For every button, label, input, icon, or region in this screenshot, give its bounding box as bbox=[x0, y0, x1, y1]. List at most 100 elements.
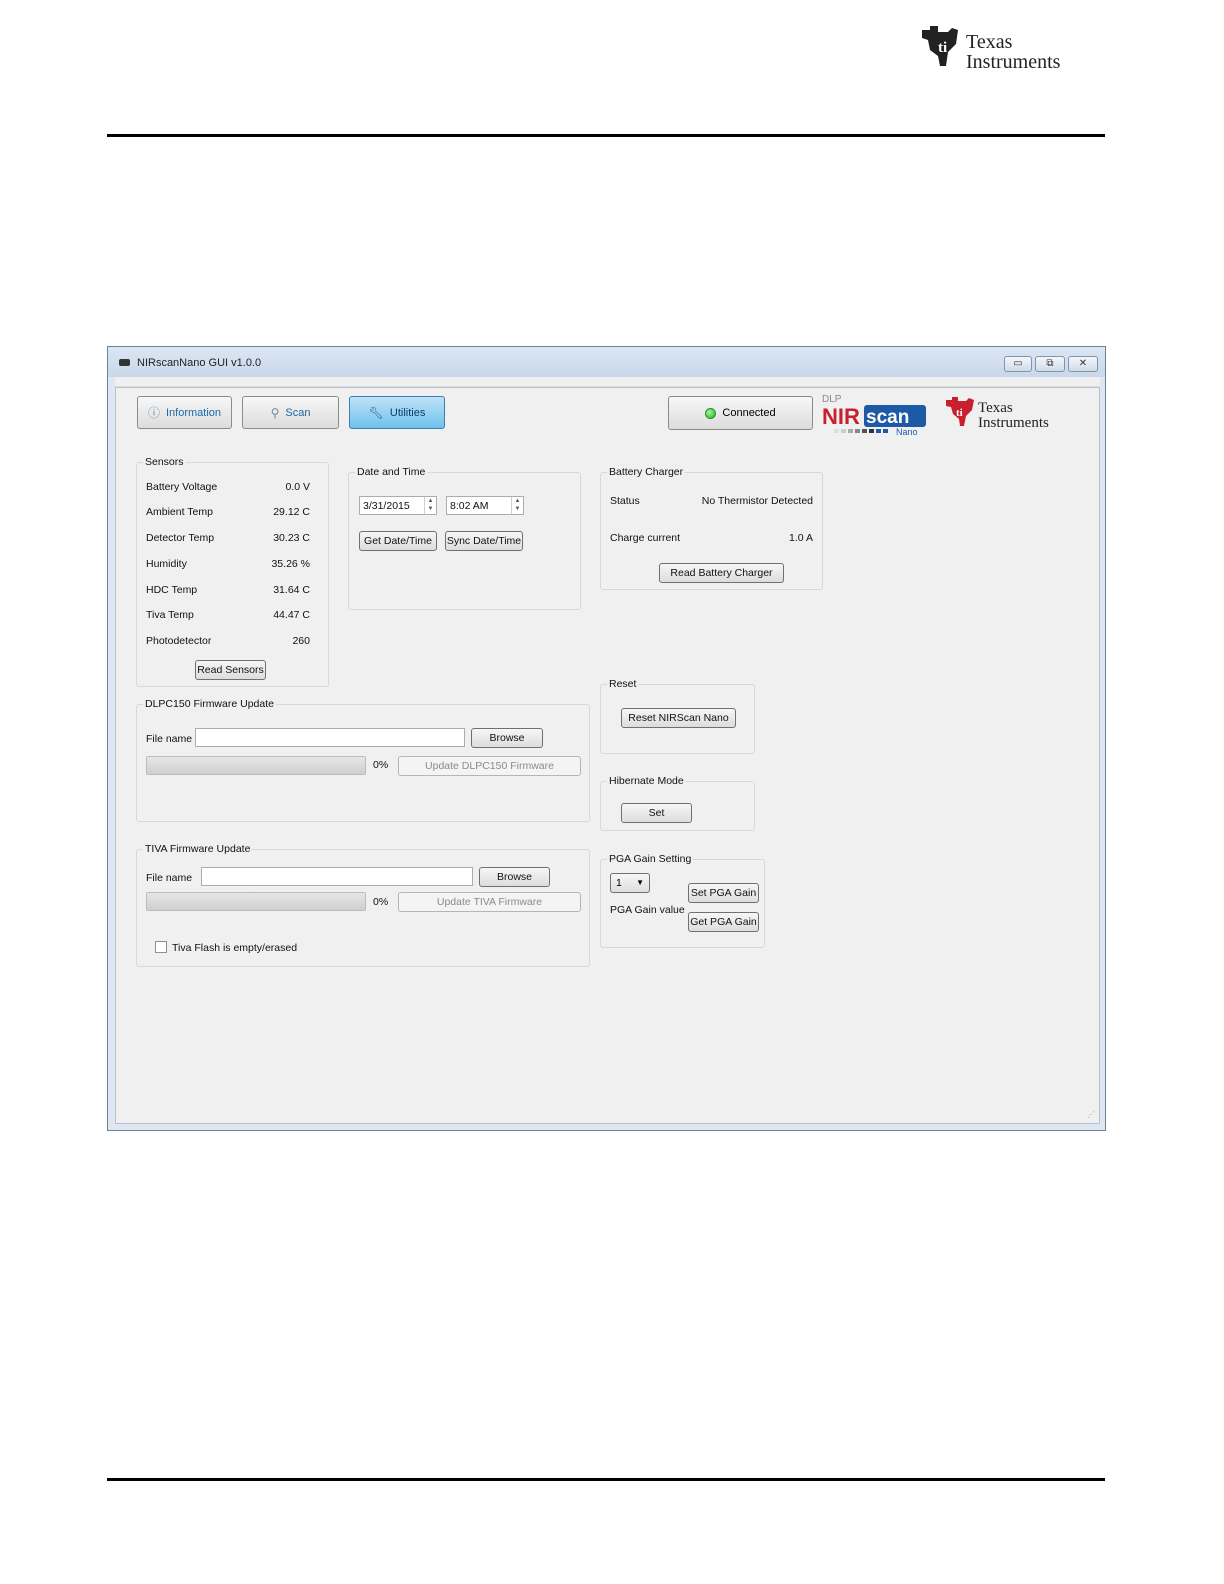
time-spinner-icon[interactable]: ▲ ▼ bbox=[511, 497, 523, 514]
sensor-label: HDC Temp bbox=[146, 584, 198, 596]
connection-status-label: Connected bbox=[722, 407, 776, 419]
sensors-group: Sensors Battery Voltage 0.0 V Ambient Te… bbox=[136, 456, 329, 687]
tiva-firmware-title: TIVA Firmware Update bbox=[143, 843, 253, 855]
battery-status-label: Status bbox=[610, 495, 640, 507]
close-icon[interactable]: ✕ bbox=[1068, 356, 1098, 372]
sensor-label: Photodetector bbox=[146, 635, 212, 647]
ti-logo-line2: Instruments bbox=[966, 51, 1061, 72]
sensor-label: Battery Voltage bbox=[146, 481, 218, 493]
dlpc150-firmware-group: DLPC150 Firmware Update File name Browse… bbox=[136, 698, 590, 822]
sensor-value: 44.47 C bbox=[273, 609, 310, 621]
sensor-value: 29.12 C bbox=[273, 506, 310, 518]
sensor-value: 31.64 C bbox=[273, 584, 310, 596]
dlpc-progress-bar bbox=[146, 756, 366, 775]
charge-current-value: 1.0 A bbox=[789, 532, 813, 544]
battery-charger-title: Battery Charger bbox=[607, 466, 686, 478]
sensor-value: 30.23 C bbox=[273, 532, 310, 544]
client-area: ⓘ Information ⚲ Scan 🔧︎ Utilities Connec… bbox=[115, 387, 1100, 1124]
dlpc-progress-text: 0% bbox=[373, 759, 389, 771]
pga-gain-value-label: PGA Gain value bbox=[610, 904, 685, 916]
chevron-down-icon: ▼ bbox=[636, 878, 644, 887]
sensor-value: 0.0 V bbox=[285, 481, 310, 493]
reset-nirscan-nano-button[interactable]: Reset NIRScan Nano bbox=[621, 708, 736, 728]
sync-date-time-button[interactable]: Sync Date/Time bbox=[445, 531, 523, 551]
svg-text:ti: ti bbox=[938, 40, 947, 56]
pga-gain-select[interactable]: 1 ▼ bbox=[610, 873, 650, 893]
sensors-title: Sensors bbox=[143, 456, 186, 468]
sensor-label: Ambient Temp bbox=[146, 506, 213, 518]
pga-gain-group: PGA Gain Setting 1 ▼ PGA Gain value Set … bbox=[600, 853, 765, 948]
title-bar[interactable]: NIRscanNano GUI v1.0.0 ▭ ⧉ ✕ bbox=[108, 347, 1105, 377]
sensor-value: 35.26 % bbox=[271, 558, 310, 570]
nir-logo-nir: NIR bbox=[822, 404, 860, 429]
get-pga-gain-button[interactable]: Get PGA Gain bbox=[688, 912, 759, 932]
header-rule bbox=[107, 134, 1105, 137]
tab-scan-label: Scan bbox=[285, 406, 311, 419]
texas-instruments-logo: ti Texas Instruments bbox=[922, 26, 1061, 72]
battery-charger-group: Battery Charger Status No Thermistor Det… bbox=[600, 466, 823, 590]
tab-scan[interactable]: ⚲ Scan bbox=[242, 396, 339, 429]
date-time-group: Date and Time 3/31/2015 ▲ ▼ 8:02 AM ▲ ▼ Ge… bbox=[348, 466, 581, 610]
battery-status-value: No Thermistor Detected bbox=[701, 495, 813, 507]
nir-logo-nano: Nano bbox=[896, 427, 918, 436]
app-window: NIRscanNano GUI v1.0.0 ▭ ⧉ ✕ ⓘ Informati… bbox=[107, 346, 1106, 1131]
sensor-value: 260 bbox=[292, 635, 310, 647]
date-value: 3/31/2015 bbox=[363, 500, 410, 512]
tiva-flash-erased-checkbox[interactable] bbox=[155, 941, 167, 953]
tab-utilities[interactable]: 🔧︎ Utilities bbox=[349, 396, 445, 429]
wrench-icon: 🔧︎ bbox=[368, 405, 384, 420]
restore-icon[interactable]: ⧉ bbox=[1035, 356, 1065, 372]
date-picker[interactable]: 3/31/2015 ▲ ▼ bbox=[359, 496, 437, 515]
sensor-label: Detector Temp bbox=[146, 532, 215, 544]
menu-strip bbox=[115, 377, 1100, 387]
time-value: 8:02 AM bbox=[450, 500, 489, 512]
connection-status-button[interactable]: Connected bbox=[668, 396, 813, 430]
reset-group: Reset Reset NIRScan Nano bbox=[600, 678, 755, 754]
texas-instruments-logo-small: ti Texas Instruments bbox=[946, 397, 1049, 430]
read-sensors-button[interactable]: Read Sensors bbox=[195, 660, 266, 680]
pga-gain-selected: 1 bbox=[616, 877, 622, 889]
hibernate-set-button[interactable]: Set bbox=[621, 803, 692, 823]
sensor-label: Tiva Temp bbox=[146, 609, 194, 621]
date-time-title: Date and Time bbox=[355, 466, 428, 478]
nirscan-nano-logo: DLP NIR scan Nano bbox=[822, 394, 926, 436]
tab-utilities-label: Utilities bbox=[389, 406, 426, 419]
tiva-file-name-input[interactable] bbox=[201, 867, 473, 886]
dlpc-file-name-input[interactable] bbox=[195, 728, 465, 747]
status-led-icon bbox=[705, 407, 717, 419]
get-date-time-button[interactable]: Get Date/Time bbox=[359, 531, 437, 551]
dlpc150-firmware-title: DLPC150 Firmware Update bbox=[143, 698, 276, 710]
tab-information[interactable]: ⓘ Information bbox=[137, 396, 232, 429]
sensor-label: Humidity bbox=[146, 558, 187, 570]
update-tiva-firmware-button[interactable]: Update TIVA Firmware bbox=[398, 892, 581, 912]
svg-text:ti: ti bbox=[956, 407, 963, 419]
nir-logo-scan: scan bbox=[866, 407, 909, 428]
time-picker[interactable]: 8:02 AM ▲ ▼ bbox=[446, 496, 524, 515]
tiva-firmware-group: TIVA Firmware Update File name Browse 0%… bbox=[136, 843, 590, 967]
tiva-progress-text: 0% bbox=[373, 896, 389, 908]
info-icon: ⓘ bbox=[147, 406, 160, 420]
minimize-icon[interactable]: ▭ bbox=[1004, 356, 1032, 372]
window-title: NIRscanNano GUI v1.0.0 bbox=[137, 357, 262, 369]
tiva-browse-button[interactable]: Browse bbox=[479, 867, 550, 887]
read-battery-charger-button[interactable]: Read Battery Charger bbox=[659, 563, 784, 583]
footer-rule bbox=[107, 1478, 1105, 1481]
update-dlpc150-firmware-button[interactable]: Update DLPC150 Firmware bbox=[398, 756, 581, 776]
reset-title: Reset bbox=[607, 678, 639, 690]
hibernate-mode-group: Hibernate Mode Set bbox=[600, 775, 755, 831]
ti-small-line2: Instruments bbox=[978, 415, 1049, 430]
hibernate-mode-title: Hibernate Mode bbox=[607, 775, 686, 787]
tab-information-label: Information bbox=[165, 406, 222, 419]
dlpc-browse-button[interactable]: Browse bbox=[471, 728, 543, 748]
resize-grip-icon[interactable]: ⋰ bbox=[1087, 1110, 1095, 1119]
dlpc-file-name-label: File name bbox=[146, 733, 193, 745]
set-pga-gain-button[interactable]: Set PGA Gain bbox=[688, 883, 759, 903]
app-icon bbox=[119, 359, 130, 366]
ti-logo-line1: Texas bbox=[966, 31, 1013, 53]
tiva-progress-bar bbox=[146, 892, 366, 911]
wand-icon: ⚲ bbox=[270, 405, 280, 420]
pga-gain-title: PGA Gain Setting bbox=[607, 853, 694, 865]
date-spinner-icon[interactable]: ▲ ▼ bbox=[424, 497, 436, 514]
tiva-flash-erased-label: Tiva Flash is empty/erased bbox=[172, 942, 298, 954]
tiva-file-name-label: File name bbox=[146, 872, 193, 884]
